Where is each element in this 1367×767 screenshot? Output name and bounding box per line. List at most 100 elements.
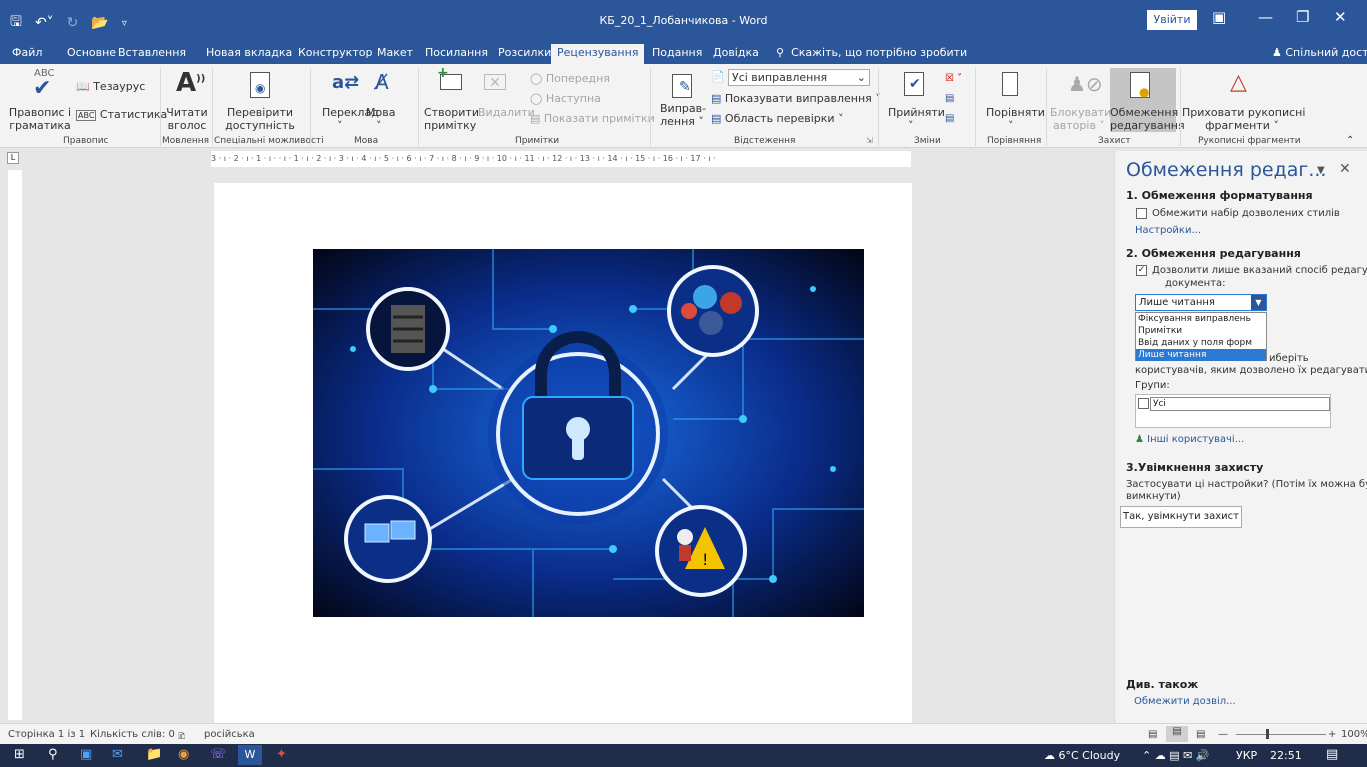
tab-layout[interactable]: Макет [377, 46, 413, 59]
mail-icon[interactable]: ✉ [112, 747, 123, 762]
thesaurus-label: Тезаурус [93, 80, 146, 93]
thesaurus-button[interactable]: 📖 Тезаурус [76, 80, 145, 93]
tab-mailings[interactable]: Розсилки [498, 46, 551, 59]
editing-type-select[interactable]: Лише читання ▼ [1135, 294, 1267, 311]
search-icon[interactable]: ⚲ [48, 747, 58, 762]
zoom-in-icon[interactable]: + [1328, 729, 1336, 740]
show-markup-button[interactable]: ▤ Показувати виправлення ˅ [711, 92, 881, 105]
dropdown-arrow-icon: ▼ [1251, 295, 1266, 310]
tab-file[interactable]: Файл [12, 46, 42, 59]
settings-link[interactable]: Настройки... [1135, 225, 1201, 236]
minimize-icon[interactable]: — [1258, 8, 1273, 26]
allow-editing-checkbox[interactable]: ✓ [1136, 265, 1147, 276]
weather-widget[interactable]: ☁ 6°C Cloudy [1044, 749, 1120, 762]
zoom-slider[interactable] [1236, 734, 1326, 735]
group-language: Мова [354, 136, 379, 146]
clock[interactable]: 22:51 [1270, 749, 1302, 762]
document-image[interactable]: ! [313, 249, 864, 617]
close-icon[interactable]: ✕ [1334, 8, 1347, 26]
markup-select[interactable]: Усі виправлення ⌄ [728, 69, 870, 86]
print-layout-icon[interactable]: ▤ [1166, 726, 1188, 742]
word-count-icon: ABC [76, 110, 97, 121]
restrict-editing-button[interactable]: ● Обмеження редагування [1110, 68, 1185, 132]
option-filling-forms[interactable]: Ввід даних у поля форм [1136, 337, 1266, 349]
share-button[interactable]: ♟ Спільний доступ [1272, 46, 1367, 59]
restrict-editing-label: Обмеження редагування [1110, 106, 1185, 132]
word-taskbar-icon[interactable]: W [238, 745, 262, 765]
separator [160, 68, 161, 146]
restrict-permission-link[interactable]: Обмежити дозвіл... [1134, 696, 1236, 707]
word-count-button[interactable]: ABC Статистика [76, 108, 167, 122]
browser-icon[interactable]: ◉ [178, 747, 189, 762]
zoom-out-icon[interactable]: — [1218, 729, 1228, 740]
show-comments-button[interactable]: ▤ Показати примітки [530, 112, 655, 125]
task-view-icon[interactable]: ▣ [80, 747, 92, 762]
maximize-icon[interactable]: ❐ [1296, 8, 1309, 26]
next-comment-icon: ◯ [530, 92, 543, 105]
delete-comment-label: Видалити [478, 106, 535, 119]
tell-me-box[interactable]: ⚲ Скажіть, що потрібно зробити [776, 46, 967, 59]
input-language[interactable]: УКР [1236, 749, 1257, 762]
option-track-changes[interactable]: Фіксування виправлень [1136, 313, 1266, 325]
next-comment-button[interactable]: ◯ Наступна [530, 92, 601, 105]
markup-icon: 📄 [711, 70, 725, 83]
previous-comment-button[interactable]: ◯ Попередня [530, 72, 610, 85]
horizontal-ruler[interactable]: 3 · ı · 2 · ı · 1 · ı · · ı · 1 · ı · 2 … [211, 151, 911, 167]
accept-label: Прийняти [888, 106, 945, 119]
word-count[interactable]: Кількість слів: 0 [90, 729, 175, 740]
exceptions-text-1: иберіть [1269, 353, 1309, 364]
notifications-icon[interactable]: ▤ [1326, 747, 1338, 762]
reject-icon[interactable]: ☒ ˅ [945, 72, 962, 85]
weather-label: 6°C Cloudy [1058, 749, 1121, 762]
option-comments[interactable]: Примітки [1136, 325, 1266, 337]
zoom-slider-thumb[interactable] [1266, 729, 1269, 739]
reviewing-pane-label: Область перевірки [724, 112, 835, 125]
tab-insert[interactable]: Вставлення [118, 46, 186, 59]
option-read-only[interactable]: Лише читання [1136, 349, 1266, 361]
more-users-link[interactable]: ♟ Інші користувачі... [1135, 434, 1244, 445]
tab-help[interactable]: Довідка [713, 46, 759, 59]
group-everyone-checkbox[interactable] [1138, 398, 1149, 409]
lightbulb-icon: ⚲ [776, 46, 785, 59]
pane-close-icon[interactable]: ✕ [1339, 161, 1351, 177]
tab-newtab[interactable]: Новая вкладка [206, 46, 292, 59]
tab-view[interactable]: Подання [652, 46, 702, 59]
delete-comment-icon: ✕ [484, 74, 506, 91]
start-enforcing-button[interactable]: Так, увімкнути захист [1120, 506, 1242, 528]
web-layout-icon[interactable]: ▤ [1196, 729, 1205, 740]
group-comments: Примітки [515, 136, 560, 146]
collapse-ribbon-icon[interactable]: ⌃ [1346, 134, 1354, 147]
app-taskbar-icon[interactable]: ✦ [276, 747, 287, 762]
file-explorer-icon[interactable]: 📁 [146, 747, 162, 762]
tab-design[interactable]: Конструктор [298, 46, 372, 59]
read-mode-icon[interactable]: ▤ [1148, 729, 1157, 740]
next-change-icon[interactable]: ▤ [945, 112, 954, 125]
signin-button[interactable]: Увійти [1147, 10, 1197, 30]
show-markup-label: Показувати виправлення [724, 92, 872, 105]
tab-review[interactable]: Рецензування [551, 44, 645, 64]
language-status[interactable]: російська [204, 729, 255, 740]
tab-selector-icon[interactable]: L [7, 152, 19, 164]
more-users-label: Інші користувачі... [1147, 434, 1245, 445]
zoom-level[interactable]: 100% [1341, 729, 1367, 740]
compare-dropdown-icon: ˅ [1008, 119, 1014, 132]
tab-home[interactable]: Основне [67, 46, 116, 59]
accessibility-icon: ◉ [250, 72, 270, 98]
page-count[interactable]: Сторінка 1 із 1 [8, 729, 85, 740]
viber-icon[interactable]: ☏ [210, 747, 226, 762]
markup-select-value: Усі виправлення [732, 71, 828, 84]
read-aloud-label: Читати вголос [166, 106, 208, 132]
show-comments-icon: ▤ [530, 112, 541, 125]
tracking-launcher-icon[interactable]: ⇲ [866, 134, 873, 147]
group-ink: Рукописні фрагменти [1198, 136, 1301, 146]
read-aloud-icon: A)) [176, 68, 206, 98]
limit-styles-checkbox[interactable] [1136, 208, 1147, 219]
vertical-ruler[interactable] [8, 170, 22, 720]
previous-change-icon[interactable]: ▤ [945, 92, 954, 105]
tab-references[interactable]: Посилання [425, 46, 488, 59]
ribbon-display-icon[interactable]: ▣ [1212, 8, 1226, 26]
reviewing-pane-button[interactable]: ▤ Область перевірки ˅ [711, 112, 844, 125]
pane-options-icon[interactable]: ▼ [1317, 165, 1325, 176]
tray-icons[interactable]: ⌃ ☁ ▤ ✉ 🔊 [1142, 749, 1210, 762]
windows-start-icon[interactable]: ⊞ [14, 747, 25, 762]
